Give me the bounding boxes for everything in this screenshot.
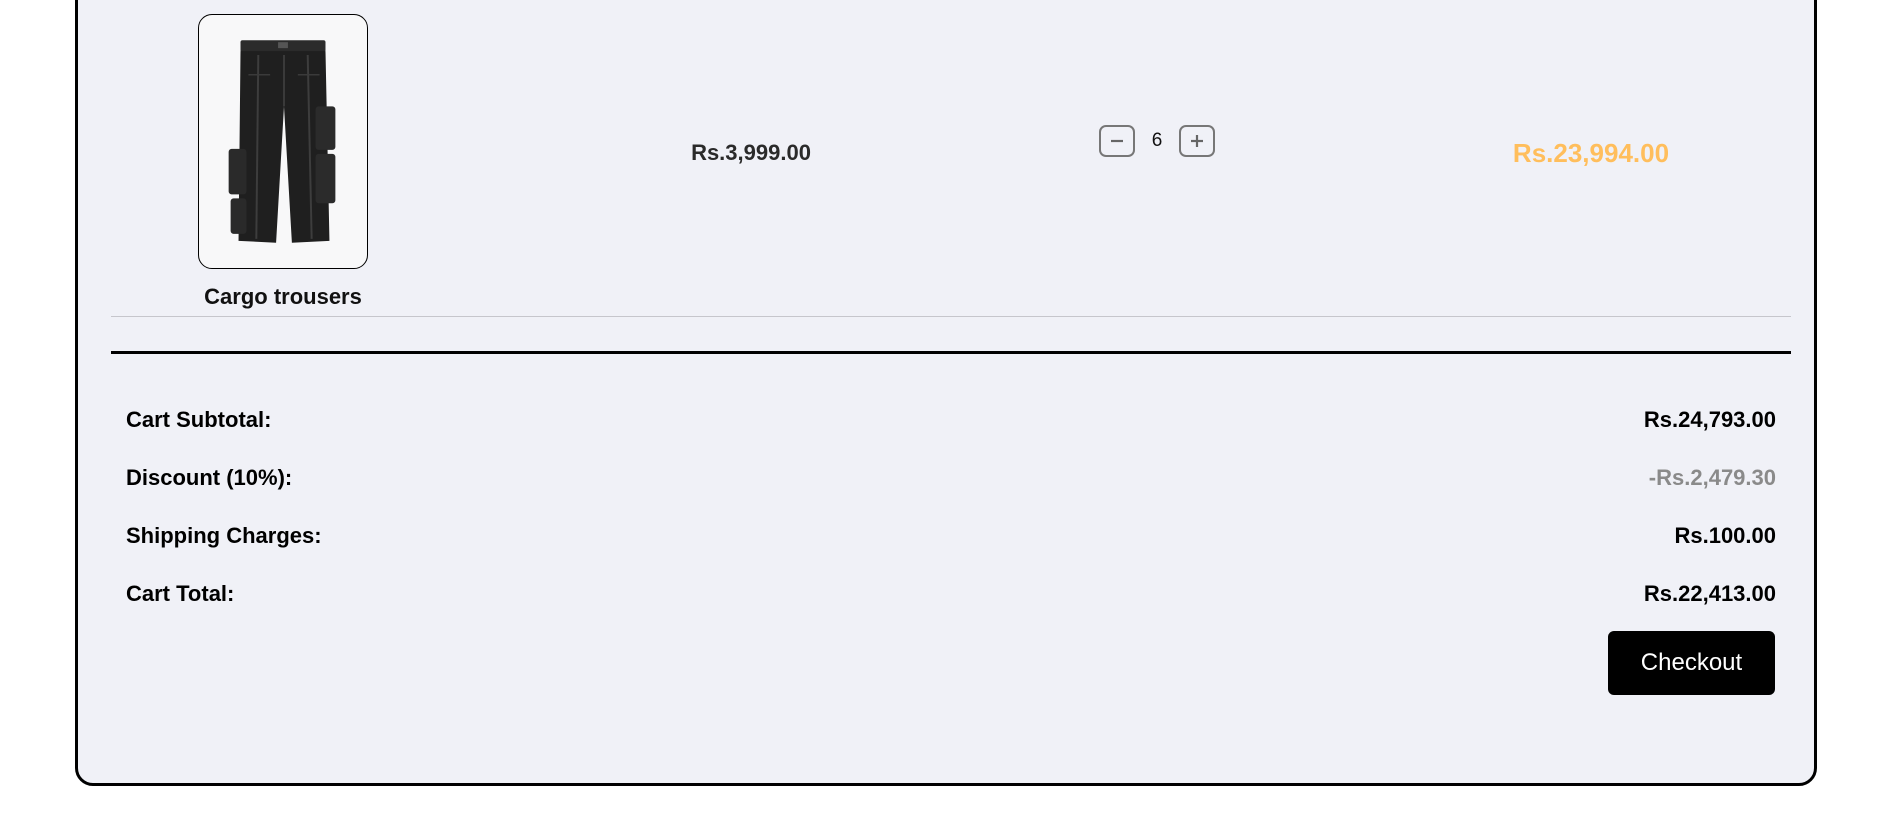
subtotal-value: Rs.24,793.00 <box>1643 407 1776 432</box>
total-row: Cart Total: Rs.22,413.00 <box>126 581 1776 607</box>
total-value: Rs.22,413.00 <box>1643 581 1776 606</box>
line-total: Rs.23,994.00 <box>1512 138 1670 168</box>
quantity-value: 6 <box>1151 130 1163 151</box>
product-name[interactable]: Cargo trousers <box>153 284 413 310</box>
discount-row: Discount (10%): -Rs.2,479.30 <box>126 465 1776 491</box>
product-image[interactable] <box>198 14 368 269</box>
cart-item-row: Cargo trousers Rs.3,999.00 6 Rs.23,994.0… <box>111 3 1791 317</box>
unit-price: Rs.3,999.00 <box>691 140 811 165</box>
decrease-quantity-button[interactable] <box>1099 125 1135 157</box>
cart-panel: Cargo trousers Rs.3,999.00 6 Rs.23,994.0… <box>75 0 1817 786</box>
quantity-stepper: 6 <box>1099 125 1215 157</box>
plus-icon <box>1191 135 1203 147</box>
subtotal-row: Cart Subtotal: Rs.24,793.00 <box>126 407 1776 433</box>
increase-quantity-button[interactable] <box>1179 125 1215 157</box>
cargo-trousers-image <box>228 40 336 243</box>
summary-divider <box>111 351 1791 354</box>
shipping-value: Rs.100.00 <box>1674 523 1776 548</box>
discount-value: -Rs.2,479.30 <box>1648 465 1776 490</box>
shipping-label: Shipping Charges: <box>126 523 322 548</box>
subtotal-label: Cart Subtotal: <box>126 407 272 432</box>
checkout-button[interactable]: Checkout <box>1608 631 1775 695</box>
discount-label: Discount (10%): <box>126 465 293 490</box>
total-label: Cart Total: <box>126 581 235 606</box>
shipping-row: Shipping Charges: Rs.100.00 <box>126 523 1776 549</box>
minus-icon <box>1111 139 1123 143</box>
